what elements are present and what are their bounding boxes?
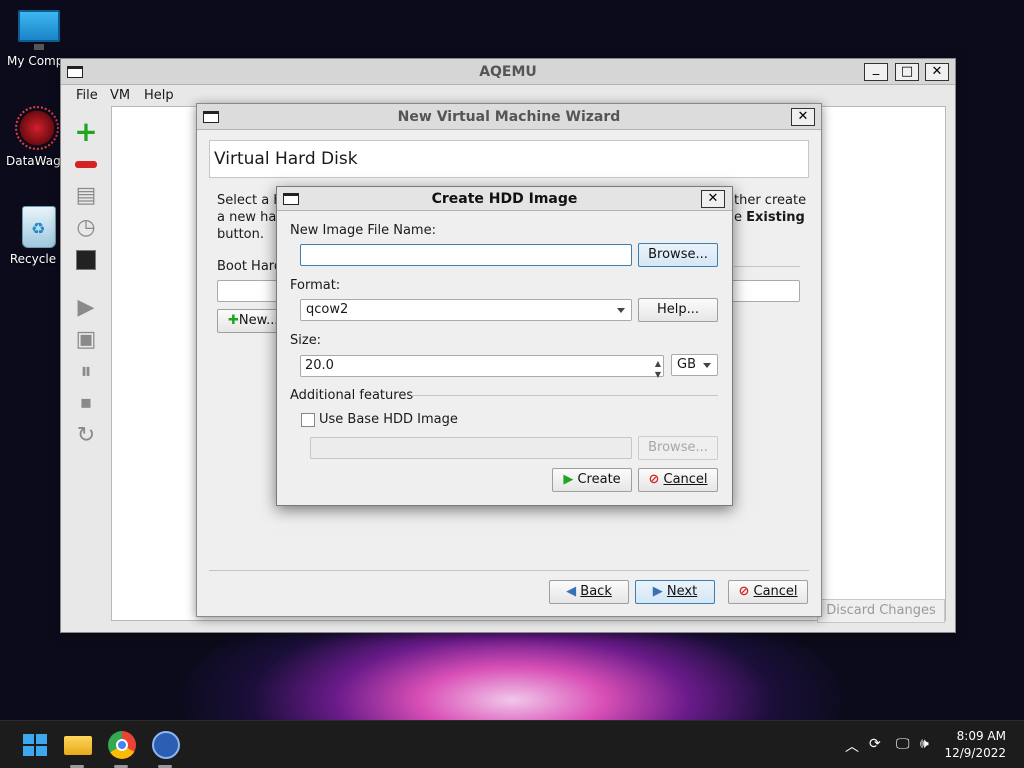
aqemu-titlebar[interactable]: AQEMU _ □ ✕ (61, 59, 955, 85)
chevron-down-icon (703, 363, 711, 368)
desc-text: Select a h (217, 193, 282, 208)
format-select[interactable]: qcow2 (300, 299, 632, 321)
desc-text: e (734, 210, 747, 225)
next-arrow-icon: ▶ (652, 584, 663, 599)
cancel-icon: ⊘ (738, 584, 750, 599)
wizard-close-button[interactable]: ✕ (791, 108, 815, 126)
size-spinbox[interactable]: 20.0 ▲ ▼ (300, 355, 664, 379)
create-hdd-dialog: Create HDD Image ✕ New Image File Name: … (276, 186, 733, 506)
new-hdd-label: New... (238, 313, 279, 328)
recycle-bin-icon: ♻ (22, 206, 56, 248)
hdd-dialog-title: Create HDD Image (431, 191, 578, 207)
clock-date: 12/9/2022 (944, 746, 1006, 760)
file-name-label: New Image File Name: (290, 223, 436, 238)
format-value: qcow2 (306, 302, 349, 317)
hdd-dialog-titlebar[interactable]: Create HDD Image ✕ (277, 187, 732, 211)
reset-icon[interactable]: ↻ (73, 423, 99, 449)
window-title: AQEMU (479, 64, 537, 80)
chevron-down-icon (617, 308, 625, 313)
spin-down-icon[interactable]: ▼ (655, 365, 661, 385)
desc-text: ther create (734, 193, 807, 208)
file-explorer-icon[interactable] (64, 731, 92, 759)
additional-features-label: Additional features (290, 388, 414, 403)
size-label: Size: (290, 333, 322, 348)
cancel-label: Cancel (753, 584, 798, 599)
file-name-input[interactable] (300, 244, 632, 266)
network-icon[interactable]: 🖵 (896, 736, 910, 752)
cancel-label: Cancel (663, 472, 708, 487)
new-hdd-button[interactable]: ✚New... (217, 309, 279, 333)
vm-toolbar: + ▤ ◷ ▶ ▣ ⏸ ⏹ ↻ (67, 107, 105, 627)
save-icon[interactable]: ▣ (73, 327, 99, 353)
divider (209, 570, 809, 571)
help-button[interactable]: Help... (638, 298, 718, 322)
desc-text: button. (217, 227, 265, 242)
back-arrow-icon: ◀ (566, 584, 577, 599)
wizard-title: New Virtual Machine Wizard (397, 109, 621, 125)
wizard-description-right: ther create e Existing (734, 192, 806, 226)
maximize-button[interactable]: □ (895, 63, 919, 81)
size-unit-select[interactable]: GB (671, 354, 718, 376)
pause-icon[interactable]: ⏸ (73, 359, 99, 385)
clock-icon[interactable]: ◷ (73, 215, 99, 241)
terminal-icon[interactable] (73, 247, 99, 273)
discard-changes-button[interactable]: Discard Changes (817, 599, 945, 623)
back-label: Back (580, 584, 612, 599)
menu-help[interactable]: Help (144, 88, 174, 103)
desc-text: a new har (217, 210, 282, 225)
next-button[interactable]: ▶ Next (635, 580, 715, 604)
minimize-button[interactable]: _ (864, 62, 888, 81)
desc-text-bold: Existing (746, 210, 805, 225)
create-label: Create (577, 472, 621, 487)
hdd-cancel-button[interactable]: ⊘ Cancel (638, 468, 718, 492)
stop-icon[interactable]: ⏹ (73, 391, 99, 417)
hdd-icon[interactable]: ▤ (73, 183, 99, 209)
taskbar: ︿ ⟳ 🖵 🕪 8:09 AM 12/9/2022 (0, 720, 1024, 768)
hdd-dialog-close-button[interactable]: ✕ (701, 190, 725, 208)
play-icon[interactable]: ▶ (73, 295, 99, 321)
back-button[interactable]: ◀ Back (549, 580, 629, 604)
size-value: 20.0 (305, 358, 334, 373)
wizard-titlebar[interactable]: New Virtual Machine Wizard ✕ (197, 104, 821, 130)
add-icon: ✚ (228, 313, 239, 328)
use-base-hdd-label[interactable]: Use Base HDD Image (319, 412, 458, 427)
computer-icon (18, 10, 60, 50)
add-vm-icon[interactable]: + (73, 118, 99, 146)
format-label: Format: (290, 278, 341, 293)
network-app-icon[interactable] (152, 731, 180, 759)
wizard-cancel-button[interactable]: ⊘ Cancel (728, 580, 808, 604)
page-title: Virtual Hard Disk (209, 140, 809, 178)
browse-button[interactable]: Browse... (638, 243, 718, 267)
play-icon: ▶ (563, 472, 574, 487)
use-base-hdd-checkbox[interactable] (301, 413, 315, 427)
datawagon-icon (15, 106, 59, 150)
menu-vm[interactable]: VM (110, 88, 130, 103)
next-label: Next (666, 584, 698, 599)
divider (734, 266, 800, 267)
cancel-icon: ⊘ (648, 472, 660, 487)
base-hdd-path-input (310, 437, 632, 459)
divider (411, 395, 718, 396)
remove-vm-icon[interactable] (73, 151, 99, 177)
start-icon[interactable] (20, 731, 48, 759)
menu-file[interactable]: File (76, 88, 98, 103)
volume-icon[interactable]: 🕪 (920, 736, 929, 752)
clock-time: 8:09 AM (956, 729, 1006, 743)
chevron-up-icon[interactable]: ︿ (845, 736, 859, 756)
chrome-icon[interactable] (108, 731, 136, 759)
size-unit-value: GB (677, 357, 696, 372)
create-button[interactable]: ▶ Create (552, 468, 632, 492)
base-browse-button: Browse... (638, 436, 718, 460)
close-button[interactable]: ✕ (925, 63, 949, 81)
clock[interactable]: 8:09 AM 12/9/2022 (944, 728, 1006, 762)
boot-hard-label: Boot Hard (217, 259, 283, 274)
sync-icon[interactable]: ⟳ (869, 736, 881, 752)
